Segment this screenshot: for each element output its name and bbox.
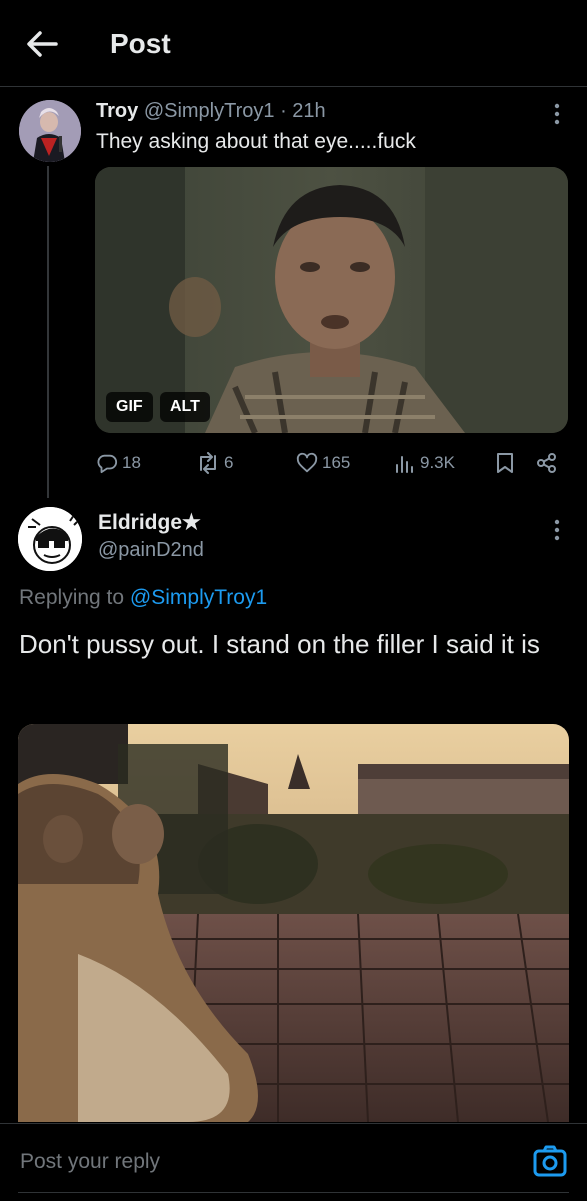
post1-author-handle[interactable]: @SimplyTroy1 <box>144 100 275 122</box>
post1-text: They asking about that eye.....fuck <box>96 130 416 153</box>
troy-avatar[interactable] <box>19 100 81 162</box>
views-action[interactable]: 9.3K <box>394 450 455 476</box>
post2-author-name[interactable]: Eldridge★ <box>98 510 201 535</box>
post2-text: Don't pussy out. I stand on the filler I… <box>19 629 540 659</box>
heart-icon <box>296 452 318 473</box>
star-icon: ★ <box>182 511 201 534</box>
repost-icon <box>200 452 216 474</box>
top-bar: Post <box>0 0 587 87</box>
replying-label: Replying to <box>19 586 125 609</box>
reply-icon <box>97 454 118 474</box>
repost-action[interactable]: 6 <box>196 450 233 476</box>
like-action[interactable]: 165 <box>296 450 350 476</box>
back-arrow-icon[interactable] <box>22 24 62 64</box>
eldridge-avatar[interactable] <box>18 507 82 571</box>
replying-to: Replying to @SimplyTroy1 <box>19 586 267 610</box>
post2-name-text: Eldridge <box>98 511 183 534</box>
post2-author-handle[interactable]: @painD2nd <box>98 539 204 562</box>
gif-badge: GIF <box>106 392 153 422</box>
repost-count: 6 <box>224 453 234 472</box>
post2-photo[interactable] <box>18 724 569 1122</box>
share-action[interactable] <box>536 450 562 476</box>
reply-input-underline <box>18 1192 569 1193</box>
reply-input[interactable]: Post your reply <box>20 1150 160 1174</box>
post1-timestamp[interactable]: · 21h <box>280 100 326 122</box>
replying-to-link[interactable]: @SimplyTroy1 <box>130 586 267 609</box>
bookmark-action[interactable] <box>495 450 519 476</box>
reply-count: 18 <box>122 453 141 472</box>
post1-author-name[interactable]: Troy <box>96 100 138 122</box>
page-title: Post <box>110 28 171 59</box>
views-count: 9.3K <box>420 453 455 472</box>
like-count: 165 <box>322 453 351 472</box>
thread-connector <box>47 166 49 498</box>
post2-more-icon[interactable] <box>547 518 567 542</box>
reply-action[interactable]: 18 <box>96 450 141 476</box>
alt-badge[interactable]: ALT <box>160 392 210 422</box>
bookmark-icon <box>497 453 513 473</box>
camera-icon[interactable] <box>532 1143 568 1179</box>
share-icon <box>537 453 556 473</box>
views-icon <box>396 456 413 473</box>
post1-more-icon[interactable] <box>547 102 567 126</box>
post1-header: Troy @SimplyTroy1 · 21h <box>96 100 326 123</box>
